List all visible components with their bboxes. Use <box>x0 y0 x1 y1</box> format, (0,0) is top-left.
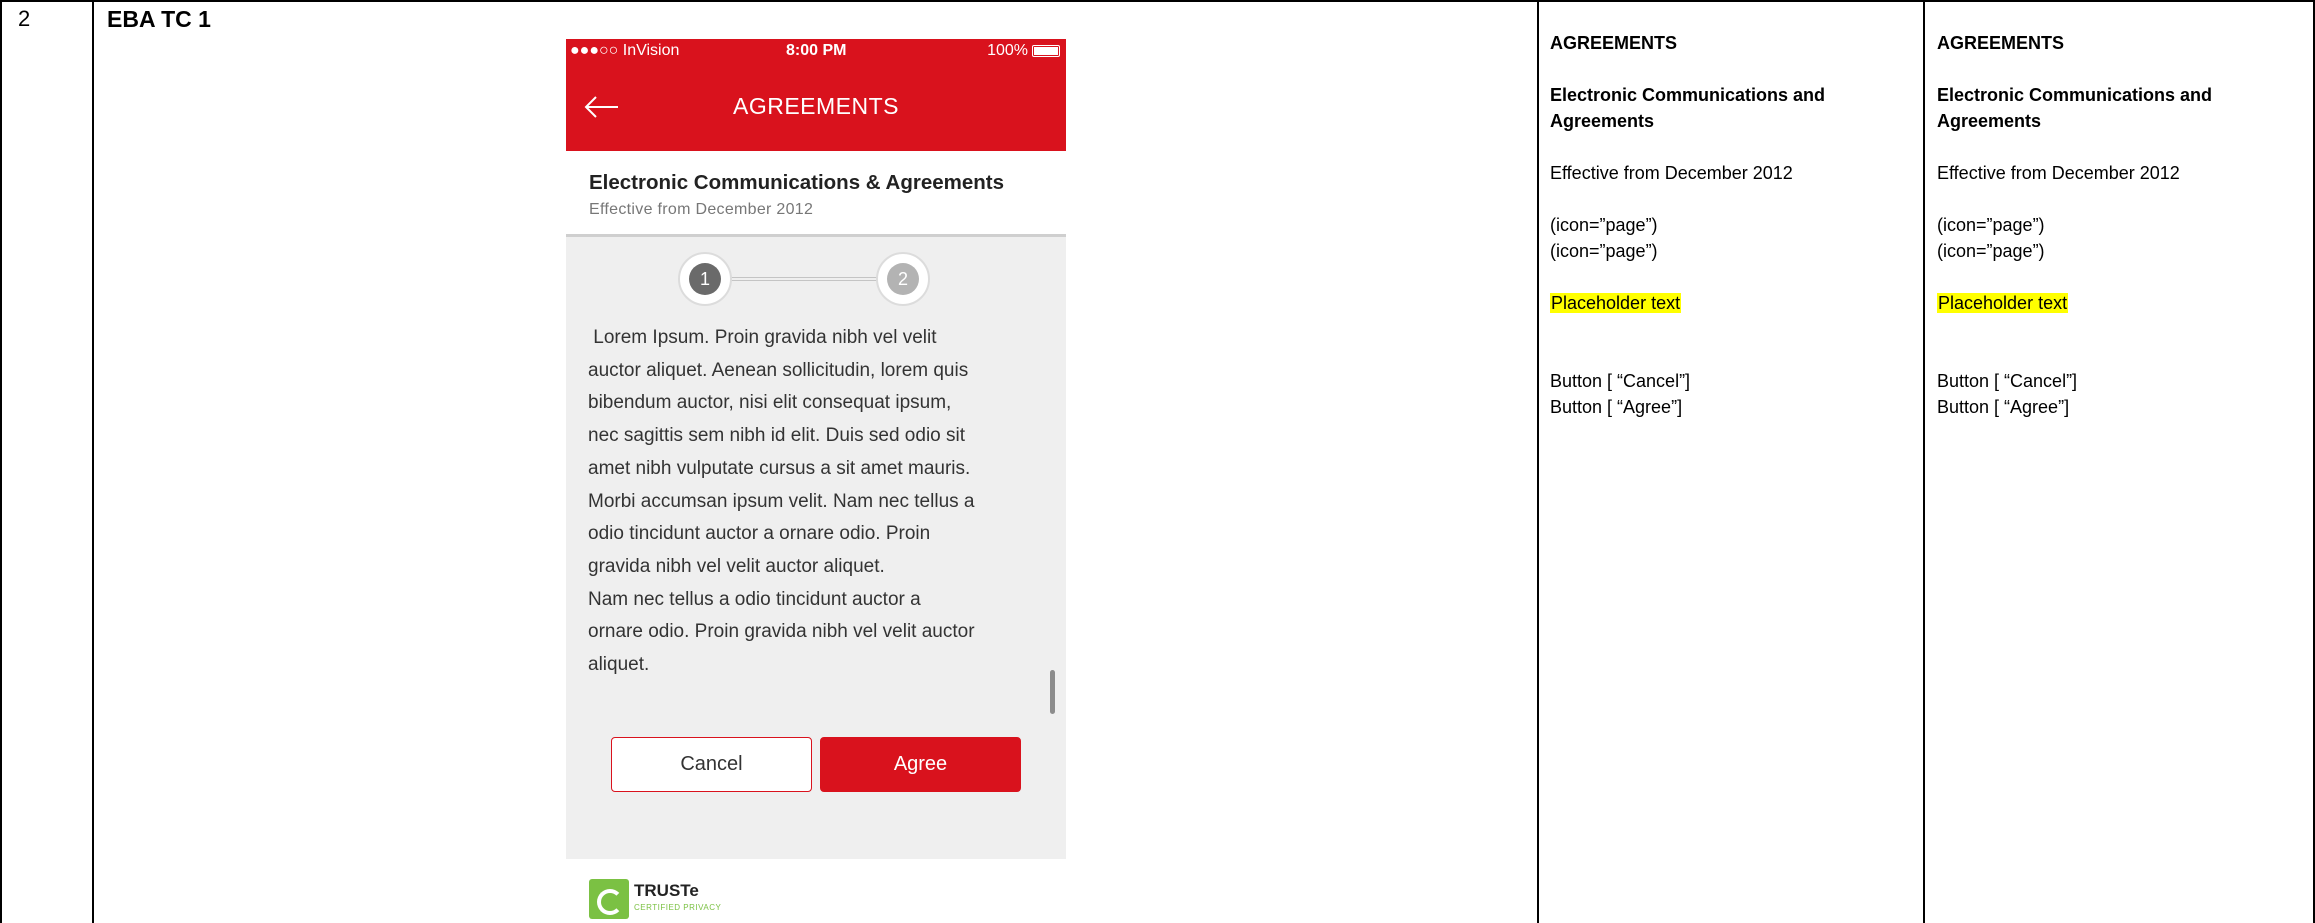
spec-button-agree: Button [ “Agree”] <box>1550 397 1683 417</box>
agreement-body-text: Lorem Ipsum. Proin gravida nibh vel veli… <box>588 327 975 676</box>
spec-placeholder-text: Placeholder text <box>1550 293 1682 313</box>
status-bar: ●●●○○ InVision 8:00 PM 100% <box>566 39 1066 63</box>
spec-title: Electronic Communications and Agreements <box>1937 85 2213 131</box>
agreement-title: Electronic Communications & Agreements <box>589 171 1005 194</box>
column-divider <box>92 0 94 923</box>
spec-button-cancel: Button [ “Cancel”] <box>1937 371 2078 391</box>
spec-icon-line: (icon=”page”) <box>1550 241 1658 261</box>
spec-placeholder-text: Placeholder text <box>1937 293 2069 313</box>
truste-seal: TRUSTe CERTIFIED PRIVACY <box>589 879 749 923</box>
column-divider <box>1923 0 1925 923</box>
spec-button-cancel: Button [ “Cancel”] <box>1550 371 1691 391</box>
battery-percent: 100% <box>987 42 1028 59</box>
agreement-effective-date: Effective from December 2012 <box>589 201 814 218</box>
truste-logo-icon <box>589 879 629 919</box>
spec-effective-date: Effective from December 2012 <box>1550 163 1793 183</box>
spec-heading: AGREEMENTS <box>1937 33 2065 53</box>
step-2-label: 2 <box>887 263 919 295</box>
spec-column-2: AGREEMENTS Electronic Communications and… <box>1937 30 2287 420</box>
page-stepper: 1 2 <box>566 252 1066 308</box>
spec-icon-line: (icon=”page”) <box>1550 215 1658 235</box>
cancel-button[interactable]: Cancel <box>611 737 812 792</box>
page-title: AGREEMENTS <box>732 93 900 119</box>
column-divider <box>1537 0 1539 923</box>
spec-button-agree: Button [ “Agree”] <box>1937 397 2070 417</box>
battery-icon <box>1032 45 1060 57</box>
status-time: 8:00 PM <box>786 42 847 59</box>
agree-button[interactable]: Agree <box>820 737 1021 792</box>
spec-effective-date: Effective from December 2012 <box>1937 163 2180 183</box>
nav-bar: AGREEMENTS <box>566 63 1066 151</box>
scrollbar[interactable] <box>1050 670 1055 714</box>
spec-column-1: AGREEMENTS Electronic Communications and… <box>1550 30 1900 420</box>
test-case-id: EBA TC 1 <box>107 6 211 32</box>
step-1-label: 1 <box>689 263 721 295</box>
spec-title: Electronic Communications and Agreements <box>1550 85 1826 131</box>
spec-icon-line: (icon=”page”) <box>1937 215 2045 235</box>
truste-subtitle: CERTIFIED PRIVACY <box>634 903 722 912</box>
row-number: 2 <box>18 6 31 31</box>
carrier-label: ●●●○○ InVision <box>570 42 680 59</box>
step-2[interactable]: 2 <box>876 252 930 306</box>
spec-icon-line: (icon=”page”) <box>1937 241 2045 261</box>
truste-name: TRUSTe <box>634 881 699 900</box>
step-1[interactable]: 1 <box>678 252 732 306</box>
phone-screen: ●●●○○ InVision 8:00 PM 100% AGREEMENTS E… <box>566 39 1066 923</box>
spec-heading: AGREEMENTS <box>1550 33 1678 53</box>
agreement-header: Electronic Communications & Agreements E… <box>566 151 1066 237</box>
